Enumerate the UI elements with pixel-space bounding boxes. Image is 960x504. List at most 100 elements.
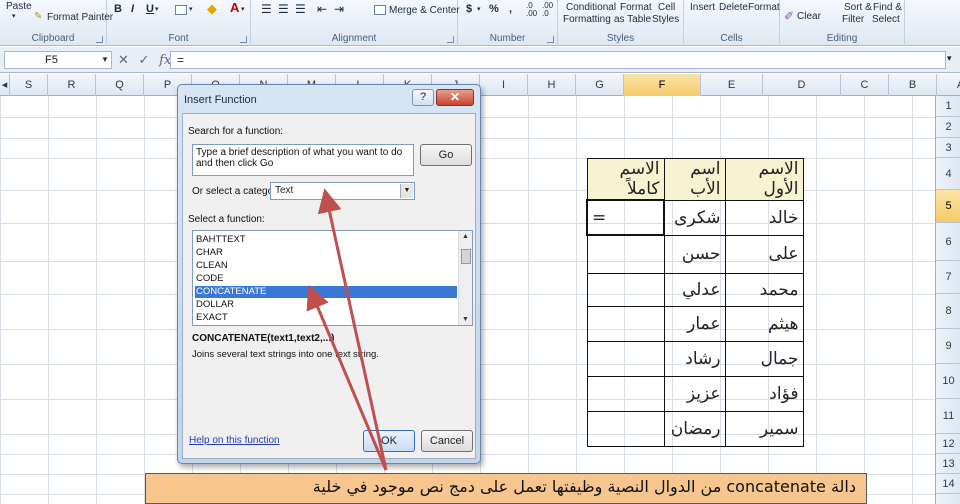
merge-center-icon[interactable] — [374, 5, 386, 15]
table-cell[interactable] — [586, 234, 665, 274]
table-cell[interactable]: سمير — [724, 410, 804, 447]
clipboard-launcher-icon[interactable] — [96, 36, 103, 43]
format-as-table-line2[interactable]: as Table — [614, 14, 651, 25]
row-header-12[interactable]: 12 — [936, 434, 960, 454]
row-header-7[interactable]: 7 — [936, 261, 960, 294]
conditional-formatting-line2[interactable]: Formatting — [563, 14, 611, 25]
table-header-cell[interactable]: اسم الأب — [663, 158, 726, 201]
cancel-button[interactable]: Cancel — [421, 430, 473, 452]
delete-button[interactable]: Delete — [719, 2, 748, 13]
function-item-code[interactable]: CODE — [195, 273, 457, 285]
go-button[interactable]: Go — [420, 144, 472, 166]
column-header-f[interactable]: F — [624, 74, 701, 96]
table-cell[interactable]: رشاد — [663, 340, 726, 377]
confirm-entry-icon[interactable]: ✓ — [139, 52, 150, 67]
row-header-5[interactable]: 5 — [936, 190, 960, 223]
table-cell[interactable]: محمد — [724, 272, 804, 307]
column-header-e[interactable]: E — [701, 74, 763, 96]
table-cell[interactable] — [586, 272, 665, 307]
paste-button[interactable]: Paste — [6, 1, 32, 12]
alignment-launcher-icon[interactable] — [447, 36, 454, 43]
function-list[interactable]: BAHTTEXT CHAR CLEAN CODE CONCATENATE DOLLAR EX… — [192, 230, 473, 326]
table-cell[interactable]: عمار — [663, 305, 726, 342]
scroll-up-icon[interactable]: ▲ — [462, 233, 469, 240]
currency-button[interactable]: $ — [466, 3, 472, 15]
borders-icon[interactable] — [175, 5, 187, 15]
align-center-icon[interactable]: ☰ — [278, 2, 289, 16]
column-header-d[interactable]: D — [763, 74, 841, 96]
row-header-13[interactable]: 13 — [936, 454, 960, 474]
cell-styles-line1[interactable]: Cell — [658, 2, 675, 13]
table-cell[interactable] — [586, 375, 665, 412]
align-left-icon[interactable]: ☰ — [261, 2, 272, 16]
insert-button[interactable]: Insert — [690, 2, 715, 13]
table-cell[interactable]: حسن — [663, 234, 726, 274]
category-dropdown-icon[interactable]: ▼ — [400, 184, 413, 198]
find-select-line1[interactable]: Find & — [873, 2, 902, 13]
row-header-9[interactable]: 9 — [936, 329, 960, 364]
table-cell[interactable]: عزيز — [663, 375, 726, 412]
table-cell[interactable]: خالد — [724, 199, 804, 236]
column-header-i[interactable]: I — [480, 74, 528, 96]
function-item-exact[interactable]: EXACT — [195, 312, 457, 324]
column-header-h[interactable]: H — [528, 74, 576, 96]
formula-input[interactable]: = — [170, 51, 946, 69]
table-cell[interactable]: فؤاد — [724, 375, 804, 412]
format-button[interactable]: Format — [748, 2, 780, 13]
row-header-2[interactable]: 2 — [936, 117, 960, 138]
column-header-c[interactable]: C — [841, 74, 889, 96]
font-color-dropdown-icon[interactable]: ▾ — [241, 5, 245, 13]
help-on-function-link[interactable]: Help on this function — [189, 435, 280, 446]
underline-button[interactable]: U — [146, 3, 154, 15]
italic-button[interactable]: I — [131, 3, 134, 15]
sort-filter-line1[interactable]: Sort & — [844, 2, 872, 13]
name-box[interactable]: F5 — [4, 51, 112, 69]
table-header-cell[interactable]: الاسم كاملاً — [586, 158, 665, 201]
column-header-s[interactable]: S — [10, 74, 48, 96]
number-launcher-icon[interactable] — [547, 36, 554, 43]
borders-dropdown-icon[interactable]: ▾ — [189, 5, 193, 13]
row-header-10[interactable]: 10 — [936, 364, 960, 399]
search-function-input[interactable]: Type a brief description of what you wan… — [192, 144, 414, 176]
table-cell[interactable] — [586, 340, 665, 377]
table-cell[interactable]: على — [724, 234, 804, 274]
find-select-line2[interactable]: Select — [872, 14, 900, 25]
clear-icon[interactable]: ✐ — [784, 9, 794, 23]
scroll-thumb[interactable] — [461, 249, 471, 264]
conditional-formatting-line1[interactable]: Conditional — [566, 2, 616, 13]
column-header-a[interactable]: A — [937, 74, 960, 96]
format-painter-button[interactable]: Format Painter — [47, 12, 113, 23]
row-header-8[interactable]: 8 — [936, 294, 960, 329]
sort-filter-line2[interactable]: Filter — [842, 14, 864, 25]
fill-color-icon[interactable]: ◆ — [207, 1, 217, 17]
row-header-3[interactable]: 3 — [936, 138, 960, 158]
row-header-14[interactable]: 14 — [936, 474, 960, 494]
name-box-dropdown-icon[interactable]: ▼ — [101, 55, 109, 64]
table-cell[interactable]: رمضان — [663, 410, 726, 447]
function-item-clean[interactable]: CLEAN — [195, 260, 457, 272]
format-as-table-line1[interactable]: Format — [620, 2, 652, 13]
clear-button[interactable]: Clear — [797, 11, 821, 22]
align-right-icon[interactable]: ☰ — [295, 2, 306, 16]
table-cell[interactable]: = — [586, 199, 665, 236]
cancel-entry-icon[interactable]: ✕ — [118, 52, 129, 67]
table-cell[interactable]: شكرى — [663, 199, 726, 236]
font-color-icon[interactable]: A — [230, 0, 239, 15]
font-launcher-icon[interactable] — [240, 36, 247, 43]
function-item-char[interactable]: CHAR — [195, 247, 457, 259]
table-header-cell[interactable]: الاسم الأول — [724, 158, 804, 201]
formula-expand-icon[interactable]: ▾ — [947, 53, 952, 64]
function-item-bahttext[interactable]: BAHTTEXT — [195, 234, 457, 246]
increase-indent-icon[interactable]: ⇥ — [334, 2, 344, 16]
help-button[interactable]: ? — [412, 89, 434, 106]
column-header-g[interactable]: G — [576, 74, 624, 96]
column-header-b[interactable]: B — [889, 74, 937, 96]
select-all-corner[interactable]: ◂ — [0, 74, 10, 96]
decrease-indent-icon[interactable]: ⇤ — [317, 2, 327, 16]
percent-button[interactable]: % — [489, 3, 499, 15]
currency-dropdown-icon[interactable]: ▾ — [477, 5, 481, 13]
row-header-4[interactable]: 4 — [936, 158, 960, 190]
row-header-6[interactable]: 6 — [936, 223, 960, 261]
underline-dropdown-icon[interactable]: ▾ — [155, 5, 159, 13]
table-cell[interactable] — [586, 410, 665, 447]
